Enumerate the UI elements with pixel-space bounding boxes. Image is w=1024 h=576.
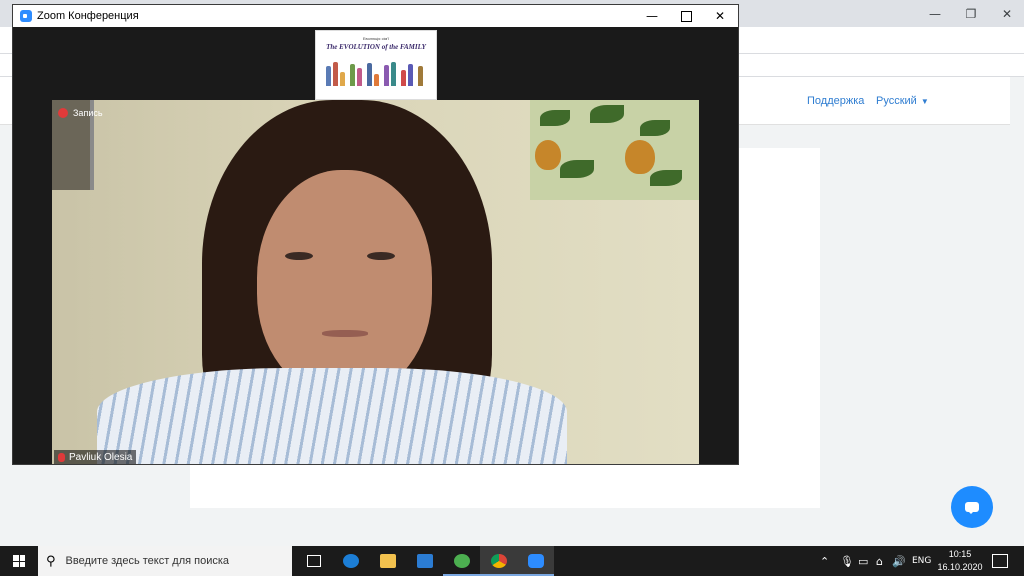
mic-muted-icon — [58, 452, 65, 462]
family-figures-image — [324, 60, 428, 86]
utorrent-icon — [453, 554, 470, 568]
close-icon[interactable]: ✕ — [990, 0, 1024, 27]
battery-icon[interactable]: ▭ — [858, 546, 868, 576]
input-language[interactable]: ENG — [912, 546, 931, 576]
chrome-icon — [490, 554, 507, 568]
clock[interactable]: 10:15 16.10.2020 — [930, 548, 990, 574]
edge-icon — [342, 554, 359, 568]
record-dot-icon — [58, 108, 68, 118]
task-view-button[interactable] — [295, 546, 332, 576]
language-label: Русский — [876, 95, 917, 107]
zoom-taskbar-button[interactable] — [517, 546, 554, 576]
notifications-icon[interactable] — [992, 554, 1008, 568]
participant-name-tag: Pavliuk Olesia — [54, 450, 137, 464]
zoom-maximize-icon[interactable] — [669, 5, 703, 27]
zoom-icon — [527, 554, 544, 568]
clock-date: 16.10.2020 — [937, 562, 983, 572]
support-link[interactable]: Поддержка — [807, 95, 864, 107]
participant-name: Pavliuk Olesia — [69, 451, 133, 463]
page-scrollbar[interactable] — [1010, 77, 1024, 546]
mouth — [322, 330, 368, 337]
utorrent-button[interactable] — [443, 546, 480, 576]
clock-time: 10:15 — [948, 549, 972, 559]
zoom-window-title: Zoom Конференция — [37, 10, 139, 22]
person-shirt — [97, 368, 567, 464]
zoom-minimize-icon[interactable]: — — [635, 5, 669, 27]
search-icon: ⚲ — [46, 553, 56, 569]
recording-indicator[interactable]: Запись — [58, 106, 103, 120]
zoom-close-icon[interactable]: ✕ — [703, 5, 737, 27]
mail-icon — [416, 554, 433, 568]
chat-button[interactable] — [951, 486, 993, 528]
chrome-button[interactable] — [480, 546, 517, 576]
participant-video[interactable] — [52, 100, 699, 464]
edge-button[interactable] — [332, 546, 369, 576]
task-view-icon — [306, 555, 321, 567]
zoom-titlebar: Zoom Конференция — ✕ — [13, 5, 738, 27]
microphone-icon[interactable]: 🎙 — [840, 546, 854, 576]
chat-bubble-icon — [965, 502, 979, 514]
search-placeholder: Введите здесь текст для поиска — [65, 555, 230, 567]
zoom-window: Zoom Конференция — ✕ Еволюція сім'ї The … — [12, 4, 739, 465]
volume-icon[interactable]: 🔊 — [892, 546, 906, 576]
network-icon[interactable]: ⌂ — [876, 546, 883, 576]
shared-screen-thumbnail[interactable]: Еволюція сім'ї The EVOLUTION of the FAMI… — [315, 30, 437, 100]
recording-label: Запись — [73, 108, 103, 118]
windows-logo-icon — [13, 555, 25, 567]
taskbar: ⚲ Введите здесь текст для поиска ⌃ 🎙 ▭ ⌂… — [0, 546, 1024, 576]
thumbnail-title: The EVOLUTION of the FAMILY — [326, 43, 426, 51]
zoom-logo-icon — [20, 10, 32, 22]
start-button[interactable] — [0, 546, 38, 576]
restore-icon[interactable]: ❐ — [954, 0, 988, 27]
folder-icon — [379, 554, 396, 568]
thumbnail-caption: Еволюція сім'ї — [362, 36, 390, 41]
language-selector[interactable]: Русский ▼ — [876, 95, 929, 107]
eye-right — [367, 252, 395, 260]
taskbar-search[interactable]: ⚲ Введите здесь текст для поиска — [38, 546, 292, 576]
wall-painting — [530, 100, 699, 200]
person-face — [257, 170, 432, 395]
mail-button[interactable] — [406, 546, 443, 576]
eye-left — [285, 252, 313, 260]
file-explorer-button[interactable] — [369, 546, 406, 576]
minimize-icon[interactable]: — — [918, 0, 952, 27]
caret-down-icon: ▼ — [920, 97, 929, 106]
tray-chevron-icon[interactable]: ⌃ — [820, 546, 829, 576]
